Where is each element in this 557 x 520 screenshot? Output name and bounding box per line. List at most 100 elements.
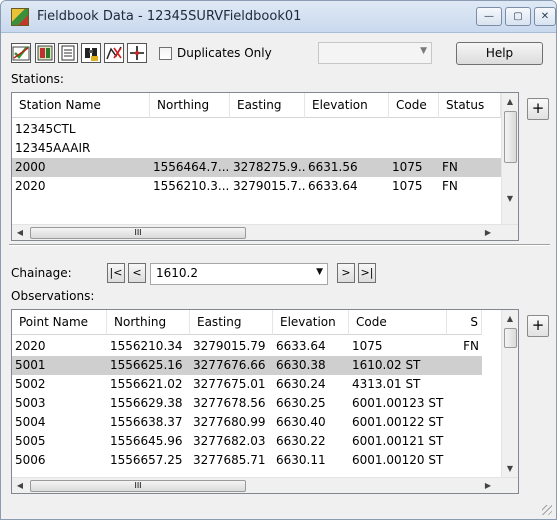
resize-grip-icon[interactable] (542, 505, 552, 515)
cell-easting: 3277676.66 (193, 358, 266, 372)
column-header-northing[interactable]: Northing (150, 93, 230, 118)
minimize-button[interactable]: — (476, 7, 502, 26)
cell-easting: 3277678.56 (193, 396, 266, 410)
chainage-dropdown[interactable]: 1610.2 ▼ (150, 263, 328, 285)
scroll-thumb[interactable]: III (30, 480, 246, 492)
cell-easting: 3279015.79 (193, 339, 266, 353)
cell-elevation: 6630.24 (276, 377, 326, 391)
column-header-status[interactable]: Status (439, 93, 501, 118)
cell-northing (150, 139, 230, 158)
observations-horizontal-scrollbar[interactable]: ◀ III ▶ (12, 477, 518, 493)
chainage-last-button[interactable]: >| (358, 263, 376, 283)
cell-northing (150, 120, 230, 139)
chainage-dropdown-value: 1610.2 (156, 266, 198, 280)
cell-point-name: 5005 (15, 434, 46, 448)
column-header-code[interactable]: Code (389, 93, 439, 118)
table-row[interactable]: 2000 1556464.7... 3278275.9... 6631.56 1075 F… (12, 158, 501, 177)
cell-northing: 1556621.02 (110, 377, 183, 391)
observations-grid[interactable]: Point Name Northing Easting Elevation Co… (11, 309, 519, 494)
scroll-thumb[interactable]: III (30, 227, 246, 239)
cell-northing: 1556210.34 (110, 339, 183, 353)
scroll-right-arrow-icon[interactable]: ▶ (480, 225, 496, 240)
list-icon[interactable] (58, 43, 78, 63)
scroll-left-arrow-icon[interactable]: ◀ (12, 225, 28, 240)
table-row[interactable]: 12345CTL (12, 120, 501, 139)
cell-station-name: 2020 (15, 179, 46, 193)
cell-northing: 1556657.25 (110, 453, 183, 467)
table-row[interactable]: 5006 1556657.25 3277685.71 6630.11 6001.0012… (12, 451, 482, 470)
cell-status: FN (442, 179, 458, 193)
column-header-station-name[interactable]: Station Name (12, 93, 150, 118)
filter-dropdown[interactable]: ▼ (318, 42, 432, 64)
cell-point-name: 5002 (15, 377, 46, 391)
stations-grid[interactable]: Station Name Northing Easting Elevation … (11, 92, 519, 241)
app-icon (11, 8, 29, 26)
point-cross-icon[interactable] (127, 43, 147, 63)
chainage-next-button[interactable]: > (337, 263, 355, 283)
cell-code: 1075 (392, 160, 423, 174)
scroll-down-arrow-icon[interactable]: ▼ (502, 190, 518, 207)
cell-easting: 3277685.71 (193, 453, 266, 467)
stations-add-point-button[interactable]: + (527, 98, 549, 120)
cell-status (447, 432, 482, 451)
cell-code: 6001.00122 ST (352, 415, 444, 429)
scroll-thumb[interactable] (504, 328, 517, 348)
table-row[interactable]: 5005 1556645.96 3277682.03 6630.22 6001.0012… (12, 432, 482, 451)
cell-point-name: 5006 (15, 453, 46, 467)
column-header-elevation[interactable]: Elevation (305, 93, 389, 118)
binoculars-icon[interactable] (81, 43, 101, 63)
table-row[interactable]: 5001 1556625.16 3277676.66 6630.38 1610.02 S… (12, 356, 482, 375)
cell-easting (230, 139, 305, 158)
column-header-elevation[interactable]: Elevation (273, 310, 349, 335)
traverse-icon[interactable] (104, 43, 124, 63)
chainage-previous-button[interactable]: < (128, 263, 146, 283)
stations-vertical-scrollbar[interactable]: ▲ ▼ (501, 93, 518, 225)
table-row[interactable]: 2020 1556210.34 3279015.79 6633.64 1075 FN (12, 337, 482, 356)
scroll-left-arrow-icon[interactable]: ◀ (12, 478, 28, 493)
fieldbook-data-window: Fieldbook Data - 12345SURVFieldbook01 — … (0, 0, 557, 520)
table-row[interactable]: 5002 1556621.02 3277675.01 6630.24 4313.01 S… (12, 375, 482, 394)
cell-status (447, 451, 482, 470)
column-header-northing[interactable]: Northing (107, 310, 190, 335)
cell-elevation (305, 120, 389, 139)
maximize-button[interactable]: ▢ (505, 7, 531, 26)
stations-grid-header: Station Name Northing Easting Elevation … (12, 93, 501, 118)
column-header-status[interactable]: S (447, 310, 482, 335)
cell-status: FN (442, 160, 458, 174)
scroll-down-arrow-icon[interactable]: ▼ (502, 460, 518, 477)
table-row[interactable]: 5003 1556629.38 3277678.56 6630.25 6001.0012… (12, 394, 482, 413)
help-button[interactable]: Help (456, 42, 543, 65)
table-row[interactable]: 12345AAAIR (12, 139, 501, 158)
cell-status (447, 394, 482, 413)
table-row[interactable]: 5004 1556638.37 3277680.99 6630.40 6001.0012… (12, 413, 482, 432)
cell-elevation: 6630.25 (276, 396, 326, 410)
title-bar[interactable]: Fieldbook Data - 12345SURVFieldbook01 — … (1, 1, 556, 33)
column-header-code[interactable]: Code (349, 310, 447, 335)
column-header-easting[interactable]: Easting (190, 310, 273, 335)
duplicates-only-checkbox[interactable] (159, 47, 172, 60)
column-header-point-name[interactable]: Point Name (12, 310, 107, 335)
cell-northing: 1556645.96 (110, 434, 183, 448)
fieldbook-icon[interactable] (35, 43, 55, 63)
cell-code: 1075 (352, 339, 383, 353)
scroll-up-arrow-icon[interactable]: ▲ (502, 93, 518, 110)
edit-checkmark-icon[interactable] (11, 43, 31, 63)
cell-status: FN (463, 339, 479, 353)
close-button[interactable]: ✕ (534, 7, 556, 26)
observations-add-point-button[interactable]: + (527, 315, 549, 337)
cell-northing: 1556625.16 (110, 358, 183, 372)
observations-vertical-scrollbar[interactable]: ▲ ▼ (501, 310, 518, 478)
table-row[interactable]: 2020 1556210.3... 3279015.7... 6633.64 1075 F… (12, 177, 501, 196)
scroll-right-arrow-icon[interactable]: ▶ (480, 478, 496, 493)
cell-northing: 1556638.37 (110, 415, 183, 429)
column-header-easting[interactable]: Easting (230, 93, 305, 118)
cell-elevation: 6630.11 (276, 453, 326, 467)
scroll-up-arrow-icon[interactable]: ▲ (502, 310, 518, 327)
stations-horizontal-scrollbar[interactable]: ◀ III ▶ (12, 224, 518, 240)
stations-label: Stations: (11, 72, 64, 86)
scroll-thumb[interactable] (504, 111, 517, 163)
cell-elevation: 6631.56 (308, 160, 358, 174)
chainage-first-button[interactable]: |< (107, 263, 125, 283)
cell-code (389, 120, 439, 139)
observations-grid-body: 2020 1556210.34 3279015.79 6633.64 1075 FN 500… (12, 337, 482, 470)
